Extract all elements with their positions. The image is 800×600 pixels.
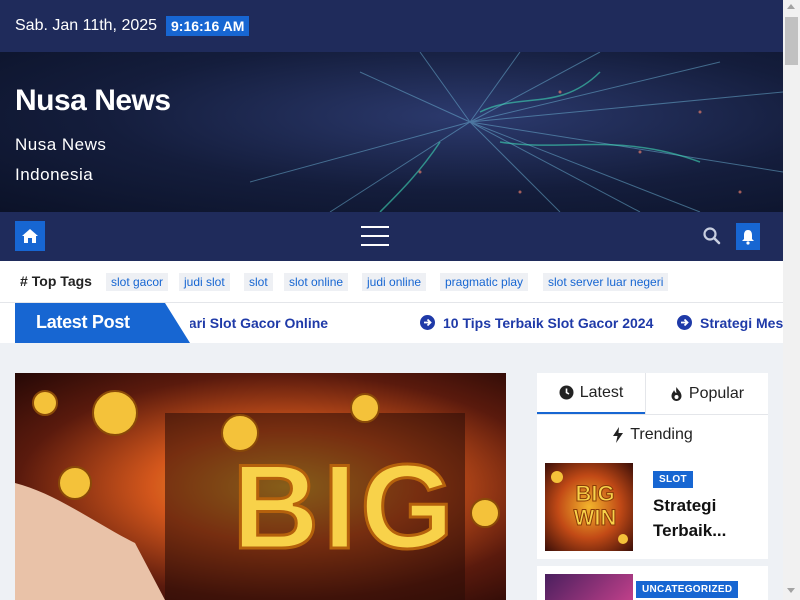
- notification-button[interactable]: [736, 223, 760, 250]
- thumbnail-text-big: BIG: [575, 481, 614, 506]
- site-title[interactable]: Nusa News: [15, 84, 171, 118]
- sidebar-post-card: UNCATEGORIZED: [537, 566, 768, 600]
- search-button[interactable]: [702, 226, 722, 246]
- home-button[interactable]: [15, 221, 45, 251]
- ticker-item[interactable]: Strategi Mesin: [700, 315, 783, 331]
- hamburger-icon: [361, 226, 389, 228]
- tag-link[interactable]: slot: [244, 273, 273, 291]
- sidebar-post-card: BIG WIN SLOT Strategi Terbaik...: [537, 455, 768, 559]
- tag-link[interactable]: pragmatic play: [440, 273, 529, 291]
- tab-trending[interactable]: Trending: [537, 414, 768, 455]
- tab-trending-label: Trending: [630, 426, 693, 443]
- sidebar-tabs: Latest Popular Trending: [537, 373, 768, 455]
- tab-popular[interactable]: Popular: [645, 373, 768, 414]
- latest-post-ticker: Latest Post Mencari Slot Gacor Online 10…: [0, 303, 783, 343]
- latest-post-title: Latest Post: [36, 312, 130, 332]
- arrow-circle-right-icon: [677, 315, 692, 330]
- current-time: 9:16:16 AM: [166, 16, 250, 36]
- category-badge[interactable]: UNCATEGORIZED: [636, 581, 739, 598]
- tag-link[interactable]: slot gacor: [106, 273, 169, 291]
- tab-latest[interactable]: Latest: [537, 373, 645, 414]
- scroll-down-arrow-icon[interactable]: [787, 588, 795, 593]
- tag-link[interactable]: judi slot: [179, 273, 230, 291]
- hamburger-menu-button[interactable]: [361, 226, 389, 248]
- featured-post-image[interactable]: BIG: [15, 373, 506, 600]
- tag-link[interactable]: slot online: [284, 273, 349, 291]
- thumbnail-graphic: BIG WIN: [551, 471, 628, 544]
- bolt-icon: [613, 427, 624, 443]
- ticker-item[interactable]: Mencari Slot Gacor Online: [190, 315, 328, 331]
- clock-icon: [559, 385, 574, 400]
- top-tags-heading: # Top Tags: [20, 273, 92, 289]
- tag-link[interactable]: slot server luar negeri: [543, 273, 669, 291]
- current-date: Sab. Jan 11th, 2025: [15, 17, 158, 34]
- post-thumbnail[interactable]: BIG WIN: [545, 463, 633, 551]
- ticker-track: Mencari Slot Gacor Online 10 Tips Terbai…: [190, 303, 783, 343]
- post-title-line-2: Terbaik...: [653, 521, 727, 540]
- arrow-circle-right-icon: [420, 315, 435, 330]
- search-icon: [703, 227, 721, 245]
- home-icon: [22, 229, 38, 243]
- vertical-scrollbar[interactable]: [783, 0, 800, 600]
- bell-icon: [742, 229, 754, 245]
- hashtag-icon: #: [20, 273, 28, 289]
- tab-popular-label: Popular: [688, 384, 745, 402]
- tab-latest-label: Latest: [579, 383, 624, 401]
- category-badge[interactable]: SLOT: [653, 471, 693, 488]
- scroll-up-arrow-icon[interactable]: [787, 4, 795, 9]
- top-tags-bar: # Top Tags slot gacor judi slot slot slot…: [0, 261, 783, 303]
- site-description: Nusa News Indonesia: [15, 135, 107, 184]
- main-navigation: [0, 212, 783, 261]
- featured-image-graphic: BIG: [15, 390, 500, 600]
- ticker-item[interactable]: 10 Tips Terbaik Slot Gacor 2024: [443, 315, 653, 331]
- fire-icon: [671, 386, 682, 401]
- site-header-banner: Nusa News Nusa News Indonesia: [0, 52, 783, 212]
- featured-image-text: BIG: [232, 440, 457, 574]
- thumbnail-text-win: WIN: [574, 505, 617, 530]
- post-title-link[interactable]: Strategi Terbaik...: [653, 493, 726, 543]
- top-tags-title: Top Tags: [31, 273, 92, 289]
- top-date-bar: Sab. Jan 11th, 2025 9:16:16 AM: [0, 0, 783, 52]
- latest-post-label: Latest Post: [15, 303, 190, 343]
- post-title-line-1: Strategi: [653, 496, 717, 515]
- post-thumbnail[interactable]: [545, 574, 633, 600]
- tag-link[interactable]: judi online: [362, 273, 427, 291]
- scrollbar-thumb[interactable]: [785, 17, 798, 65]
